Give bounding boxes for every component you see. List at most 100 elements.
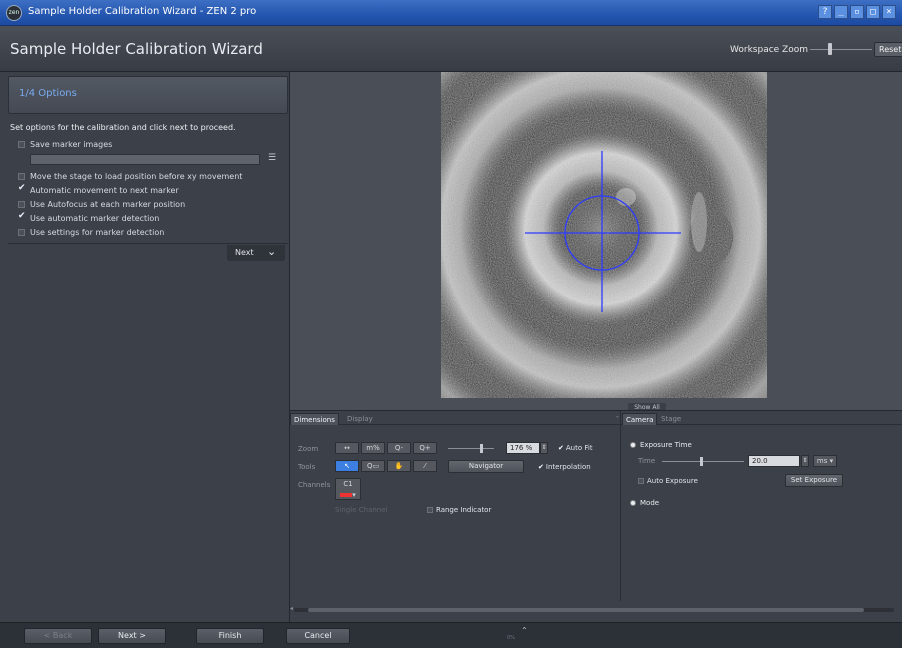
control-panels: Dimensions Display - Camera Stage Zoom ↔… bbox=[290, 410, 902, 622]
fit-zoom-button[interactable]: ↔ bbox=[335, 442, 359, 454]
exposure-slider-thumb[interactable] bbox=[700, 457, 703, 466]
option-label: Move the stage to load position before x… bbox=[30, 172, 243, 181]
zen-app-icon: zen bbox=[6, 5, 22, 21]
exposure-unit: ms bbox=[816, 457, 828, 465]
panel-collapse-icon[interactable]: - bbox=[616, 412, 619, 421]
checkbox-unchecked[interactable] bbox=[18, 173, 25, 180]
zoom-in-icon[interactable]: Q+ bbox=[413, 442, 437, 454]
step-header: 1/4 Options bbox=[8, 76, 288, 114]
restore-button[interactable]: ▫ bbox=[850, 5, 864, 19]
navigator-button[interactable]: Navigator bbox=[448, 460, 524, 473]
options-panel: 1/4 Options Set options for the calibrat… bbox=[0, 72, 290, 622]
exposure-slider-track[interactable] bbox=[662, 461, 744, 462]
panel-divider bbox=[620, 411, 621, 601]
checkbox-unchecked bbox=[638, 478, 644, 484]
set-exposure-button[interactable]: Set Exposure bbox=[785, 474, 843, 487]
workspace-zoom-reset-button[interactable]: Reset bbox=[874, 42, 902, 57]
channel-color-swatch bbox=[340, 493, 353, 497]
channel-c1-button[interactable]: C1 ▾ bbox=[335, 478, 361, 500]
step-next-label: Next bbox=[235, 248, 254, 257]
zoom-spin-arrows[interactable]: ⇕ bbox=[540, 442, 548, 454]
option-label: Automatic movement to next marker bbox=[30, 186, 179, 195]
exposure-unit-select[interactable]: ms ▾ bbox=[813, 455, 837, 467]
pan-tool-icon[interactable]: ✋ bbox=[387, 460, 411, 472]
wizard-header: Sample Holder Calibration Wizard Workspa… bbox=[0, 26, 902, 72]
expand-icon bbox=[630, 500, 636, 506]
next-button[interactable]: Next > bbox=[98, 628, 166, 644]
exposure-spin-arrows[interactable]: ⇕ bbox=[801, 455, 809, 467]
exposure-time-header: Exposure Time bbox=[640, 441, 692, 449]
wizard-footer: < Back Next > Finish Cancel 0% ⌃ bbox=[0, 622, 902, 648]
checkmark-icon[interactable]: ✔ bbox=[18, 211, 26, 221]
cancel-button[interactable]: Cancel bbox=[286, 628, 350, 644]
tab-camera[interactable]: Camera bbox=[622, 413, 658, 425]
workspace-zoom-slider-thumb[interactable] bbox=[828, 43, 832, 55]
zoom-value-input[interactable]: 176 % bbox=[506, 442, 540, 454]
zoom-label: Zoom bbox=[298, 445, 319, 453]
tab-display[interactable]: Display bbox=[344, 413, 376, 425]
tab-stage[interactable]: Stage bbox=[658, 413, 684, 425]
checkbox-unchecked bbox=[427, 507, 433, 513]
auto-fit-checkbox[interactable]: ✔ Auto Fit bbox=[558, 444, 593, 452]
expand-icon bbox=[630, 442, 636, 448]
chevron-down-icon: ⌄ bbox=[267, 245, 277, 258]
mode-header: Mode bbox=[640, 499, 660, 507]
speckle-image bbox=[441, 72, 767, 398]
scrollbar-thumb[interactable] bbox=[308, 608, 864, 612]
marker-images-path-input[interactable] bbox=[30, 154, 260, 165]
time-label: Time bbox=[638, 457, 656, 465]
channel-name: C1 bbox=[343, 480, 353, 488]
help-button[interactable]: ? bbox=[818, 5, 832, 19]
finish-button[interactable]: Finish bbox=[196, 628, 264, 644]
step-footer: Next ⌄ bbox=[8, 243, 288, 261]
back-button[interactable]: < Back bbox=[24, 628, 92, 644]
measure-tool-icon[interactable]: ⁄ bbox=[413, 460, 437, 472]
option-label: Save marker images bbox=[30, 140, 113, 149]
zoom-slider-track[interactable] bbox=[448, 448, 494, 449]
zoom-percent-button[interactable]: m% bbox=[361, 442, 385, 454]
chevron-up-icon[interactable]: ⌃ bbox=[521, 626, 528, 635]
minimize-button[interactable]: _ bbox=[834, 5, 848, 19]
checkmark-icon: ✔ bbox=[558, 444, 564, 452]
step-next-button[interactable]: Next ⌄ bbox=[227, 245, 285, 261]
mode-section[interactable]: Mode bbox=[630, 499, 659, 507]
tools-label: Tools bbox=[298, 463, 316, 471]
window-controls: ? _ ▫ □ × bbox=[818, 5, 896, 19]
checkbox-unchecked[interactable] bbox=[18, 141, 25, 148]
step-title: 1/4 Options bbox=[19, 88, 77, 99]
exposure-time-section[interactable]: Exposure Time bbox=[630, 441, 692, 449]
checkbox-unchecked[interactable] bbox=[18, 229, 25, 236]
option-label: Use settings for marker detection bbox=[30, 228, 165, 237]
horizontal-scrollbar[interactable]: ◂ bbox=[290, 605, 894, 612]
interpolation-checkbox[interactable]: ✔ Interpolation bbox=[538, 463, 591, 471]
workspace-zoom-slider-track[interactable] bbox=[810, 49, 872, 50]
pointer-tool-icon[interactable]: ↖ bbox=[335, 460, 359, 472]
folder-browse-icon[interactable]: ☰ bbox=[266, 153, 278, 164]
progress-indicator: 0% bbox=[407, 633, 517, 641]
maximize-button[interactable]: □ bbox=[866, 5, 880, 19]
range-indicator-checkbox[interactable]: Range Indicator bbox=[427, 506, 491, 514]
close-button[interactable]: × bbox=[882, 5, 896, 19]
checkmark-icon[interactable]: ✔ bbox=[18, 183, 26, 193]
tab-dimensions[interactable]: Dimensions bbox=[290, 413, 339, 425]
instruction-text: Set options for the calibration and clic… bbox=[10, 123, 236, 132]
region-zoom-tool-icon[interactable]: Q▭ bbox=[361, 460, 385, 472]
zoom-slider-thumb[interactable] bbox=[480, 444, 483, 453]
auto-exposure-checkbox[interactable]: Auto Exposure bbox=[638, 477, 698, 485]
exposure-time-input[interactable]: 20.0 bbox=[748, 455, 800, 467]
single-channel-checkbox: Single Channel bbox=[335, 506, 387, 514]
option-label: Use Autofocus at each marker position bbox=[30, 200, 186, 209]
checkbox-unchecked[interactable] bbox=[18, 201, 25, 208]
camera-tabs: Camera Stage bbox=[620, 413, 902, 425]
channels-label: Channels bbox=[298, 481, 331, 489]
window-title: Sample Holder Calibration Wizard - ZEN 2… bbox=[28, 6, 257, 17]
live-image-preview[interactable] bbox=[441, 72, 767, 398]
range-indicator-label: Range Indicator bbox=[436, 506, 492, 514]
zoom-out-icon[interactable]: Q- bbox=[387, 442, 411, 454]
interpolation-label: Interpolation bbox=[545, 463, 591, 471]
window-titlebar: zen Sample Holder Calibration Wizard - Z… bbox=[0, 0, 902, 26]
dimensions-tabs: Dimensions Display bbox=[290, 413, 620, 425]
scroll-left-icon[interactable]: ◂ bbox=[290, 605, 293, 612]
progress-percent: 0% bbox=[507, 635, 515, 641]
single-channel-label: Single Channel bbox=[335, 506, 388, 514]
